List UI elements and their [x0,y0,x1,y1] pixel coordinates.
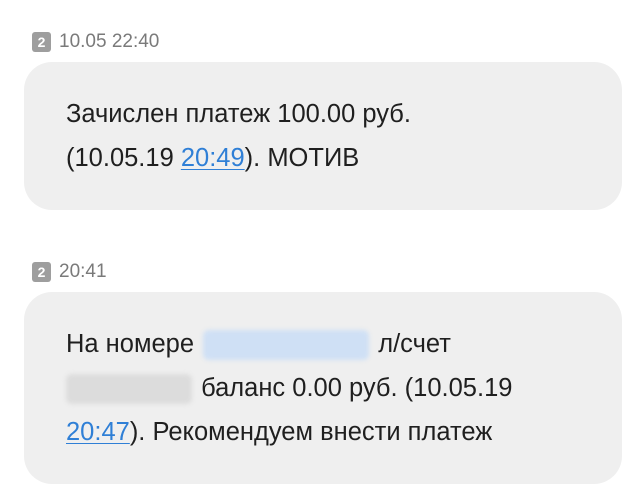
time-link[interactable]: 20:47 [66,418,130,446]
message-2-meta: 2 20:41 [32,261,107,283]
message-1-meta: 2 10.05 22:40 [32,31,159,53]
message-text: Зачислен платеж 100.00 руб. [66,100,411,128]
message-text: ). МОТИВ [244,144,360,172]
redacted-phone-number[interactable] [203,330,370,361]
message-line: 20:47). Рекомендуем внести платеж [66,410,588,454]
sim-2-icon: 2 [32,32,51,52]
message-bubble[interactable]: На номере л/счет баланс 0.00 руб. (10.05… [24,292,622,484]
message-text: (10.05.19 [66,144,181,172]
redacted-account-number [66,374,192,405]
message-bubble[interactable]: Зачислен платеж 100.00 руб. (10.05.19 20… [24,62,622,210]
message-line: баланс 0.00 руб. (10.05.19 [66,366,588,410]
message-timestamp: 20:41 [59,261,107,282]
message-line: На номере л/счет [66,322,588,366]
message-text: ). Рекомендуем внести платеж [129,418,493,446]
message-text: На номере [66,330,202,358]
message-line: (10.05.19 20:49). МОТИВ [66,136,588,180]
time-link[interactable]: 20:49 [181,144,245,172]
sim-2-icon: 2 [32,262,51,282]
message-line: Зачислен платеж 100.00 руб. [66,92,588,136]
message-text: л/счет [371,330,451,358]
message-timestamp: 10.05 22:40 [59,31,160,52]
message-text: баланс 0.00 руб. (10.05.19 [194,374,513,402]
